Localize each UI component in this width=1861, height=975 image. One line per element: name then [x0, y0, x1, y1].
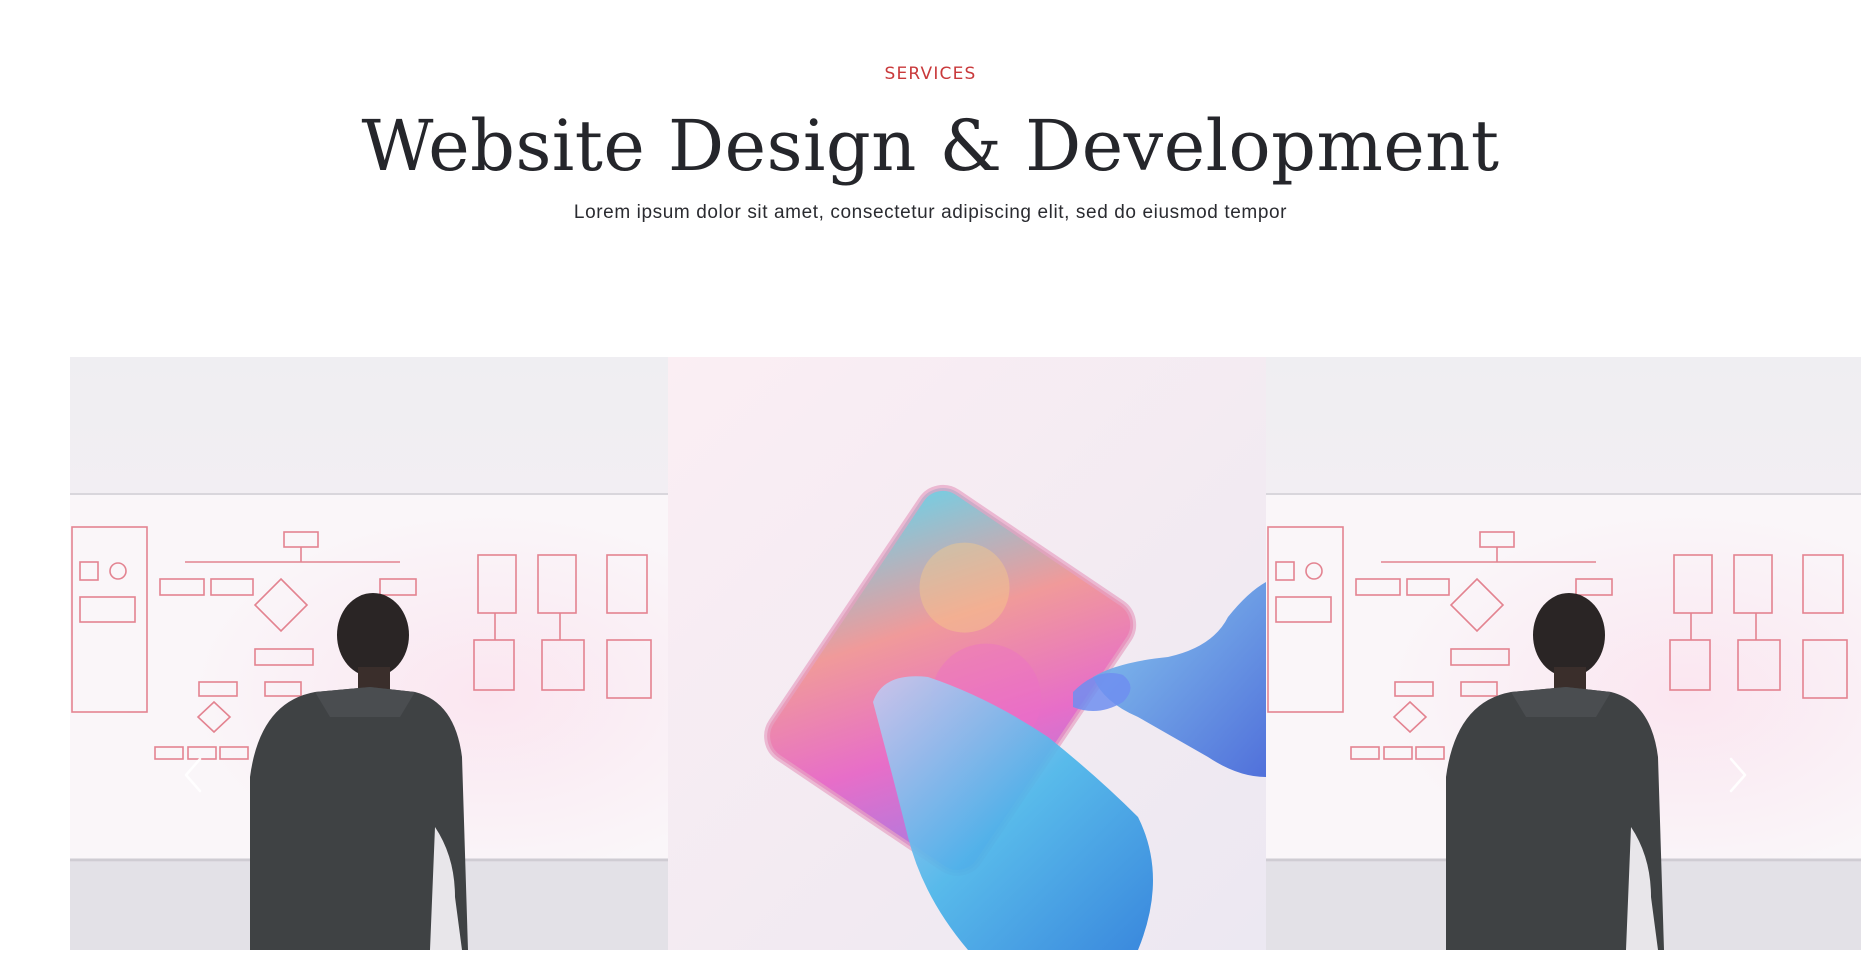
- carousel-slide-whiteboard[interactable]: [70, 357, 668, 950]
- carousel-slide-phone[interactable]: [668, 357, 1266, 950]
- whiteboard-planning-image: [70, 357, 668, 950]
- chevron-left-icon: [184, 757, 202, 793]
- carousel-prev-button[interactable]: [178, 755, 208, 795]
- services-page: SERVICES Website Design & Development Lo…: [0, 0, 1861, 975]
- section-title: Website Design & Development: [361, 105, 1500, 187]
- carousel-next-button[interactable]: [1723, 755, 1753, 795]
- section-eyebrow: SERVICES: [884, 64, 977, 84]
- carousel-slide-whiteboard-2[interactable]: [1266, 357, 1861, 950]
- smartphone-touch-image: [668, 357, 1266, 950]
- image-carousel[interactable]: [70, 357, 1861, 950]
- section-subtitle: Lorem ipsum dolor sit amet, consectetur …: [573, 202, 1288, 223]
- chevron-right-icon: [1729, 757, 1747, 793]
- whiteboard-planning-image: [1266, 357, 1861, 950]
